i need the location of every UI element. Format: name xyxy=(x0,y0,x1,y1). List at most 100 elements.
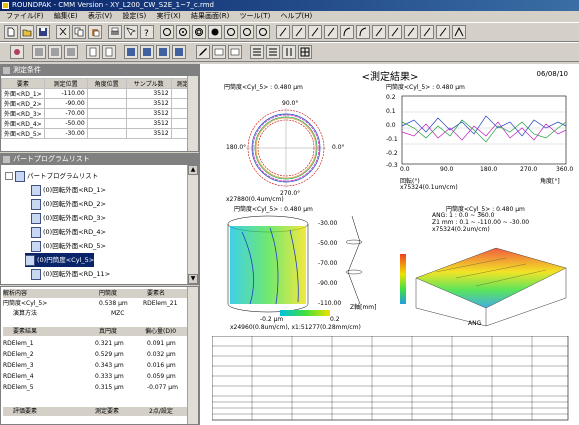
line-measure-9-button[interactable] xyxy=(404,25,418,39)
circle-measure-1-button[interactable] xyxy=(160,25,174,39)
table-row[interactable]: RDElem_5 0.315 μm -0.077 μm xyxy=(3,383,188,392)
tree-item-selected[interactable]: (0)円筒度<Cyl_5> xyxy=(25,253,95,267)
circle-measure-5-button[interactable] xyxy=(224,25,238,39)
tool-2-button[interactable] xyxy=(32,45,46,59)
tool-4-button[interactable] xyxy=(64,45,78,59)
column-header[interactable]: 角度位置 xyxy=(86,78,127,89)
line-measure-7-button[interactable] xyxy=(372,25,386,39)
tree-item[interactable]: (0)回転外面<RD_3> xyxy=(31,211,106,225)
tool-16-button[interactable] xyxy=(282,45,296,59)
line-measure-3-button[interactable] xyxy=(308,25,322,39)
conditions-scrollbar[interactable] xyxy=(187,76,198,151)
table-row[interactable]: RDElem_1 0.321 μm 0.091 μm xyxy=(3,339,188,348)
document-icon xyxy=(89,47,97,57)
table-row[interactable]: 外面<RD_1> -110.00 3512 xyxy=(1,88,195,99)
help-button[interactable] xyxy=(124,25,138,39)
tree-scrollbar[interactable]: ▲ ▼ xyxy=(187,165,198,284)
line-measure-11-button[interactable] xyxy=(436,25,450,39)
tool-8-button[interactable] xyxy=(140,45,154,59)
new-file-button[interactable] xyxy=(4,25,18,39)
tree-root[interactable]: パートプログラムリスト xyxy=(5,169,98,183)
line-measure-5-button[interactable] xyxy=(340,25,354,39)
paste-icon xyxy=(92,29,100,37)
tool-5-button[interactable] xyxy=(86,45,100,59)
table-header-row: 要素 測定位置 角度位置 サンプル数 測定 xyxy=(1,78,195,89)
menu-settings[interactable]: 設定(S) xyxy=(122,12,146,20)
new-file-icon xyxy=(7,27,15,37)
line-measure-2-button[interactable] xyxy=(292,25,306,39)
circle-icon xyxy=(227,28,235,36)
menu-result[interactable]: 結果画面(R) xyxy=(191,12,229,20)
circle-measure-6-button[interactable] xyxy=(240,25,254,39)
analysis-main-row[interactable]: 円筒度<Cyl_5> 0.538 μm RDElem_21 xyxy=(3,299,188,308)
save-button[interactable] xyxy=(36,25,50,39)
tool-17-button[interactable] xyxy=(298,45,312,59)
tree-item[interactable]: (0)回転外面<RD_2> xyxy=(31,197,106,211)
circle-measure-7-button[interactable] xyxy=(256,25,270,39)
column-header[interactable]: サンプル数 xyxy=(125,78,172,89)
tool-3-button[interactable] xyxy=(48,45,62,59)
line-measure-6-button[interactable] xyxy=(356,25,370,39)
menu-view[interactable]: 表示(V) xyxy=(88,12,112,20)
printer-icon xyxy=(111,27,119,35)
menu-tools[interactable]: ツール(T) xyxy=(240,12,271,20)
conditions-panel-header: 測定条件 xyxy=(1,65,198,76)
menu-run[interactable]: 実行(X) xyxy=(157,12,181,20)
tree-item[interactable]: (0)回転外面<RD_1> xyxy=(31,183,106,197)
tool-15-button[interactable] xyxy=(266,45,280,59)
window-icon xyxy=(143,48,151,56)
surface-plot xyxy=(400,247,567,327)
report-title: <測定結果> xyxy=(361,72,419,83)
menu-file[interactable]: ファイル(F) xyxy=(6,12,44,20)
scroll-down-arrow[interactable]: ▼ xyxy=(188,274,198,284)
tree-item[interactable]: (0)回転外面<RD_4> xyxy=(31,225,106,239)
tool-6-button[interactable] xyxy=(102,45,116,59)
copy-button[interactable] xyxy=(72,25,86,39)
circle-measure-3-button[interactable] xyxy=(192,25,206,39)
window-icon xyxy=(127,48,135,56)
column-header[interactable]: 測定位置 xyxy=(43,78,88,89)
print-button[interactable] xyxy=(108,25,122,39)
table-row[interactable]: RDElem_2 0.529 μm 0.032 μm xyxy=(3,350,188,359)
tree-item[interactable]: (0)回転外面<RD_5> xyxy=(31,239,106,253)
table-row[interactable]: RDElem_4 0.333 μm 0.059 μm xyxy=(3,372,188,381)
tool-14-button[interactable] xyxy=(250,45,264,59)
tool-13-button[interactable] xyxy=(228,45,242,59)
line-measure-12-button[interactable] xyxy=(452,25,466,39)
line-measure-1-button[interactable] xyxy=(276,25,290,39)
line-measure-10-button[interactable] xyxy=(420,25,434,39)
tool-7-button[interactable] xyxy=(124,45,138,59)
run-button[interactable] xyxy=(10,45,24,59)
context-help-button[interactable]: ? xyxy=(140,25,154,39)
analysis-scrollbar[interactable] xyxy=(187,287,198,424)
line-icon xyxy=(279,27,287,37)
line-measure-8-button[interactable] xyxy=(388,25,402,39)
paste-button[interactable] xyxy=(88,25,102,39)
tool-12-button[interactable] xyxy=(212,45,226,59)
tree-item[interactable]: (0)回転外面<RD_11> xyxy=(31,267,110,281)
collapse-icon[interactable] xyxy=(5,172,13,180)
table-row[interactable]: 外面<RD_4> -50.00 3512 xyxy=(1,118,195,129)
table-row[interactable]: 外面<RD_3> -70.00 3512 xyxy=(1,108,195,119)
menu-help[interactable]: ヘルプ(H) xyxy=(281,12,313,20)
program-tree-header: パートプログラムリスト xyxy=(1,154,198,165)
tool-10-button[interactable] xyxy=(172,45,186,59)
circle-measure-2-button[interactable] xyxy=(176,25,190,39)
tool-11-button[interactable] xyxy=(196,45,210,59)
cylindricity-icon xyxy=(25,254,35,266)
double-circle-icon xyxy=(195,28,203,36)
scroll-up-arrow[interactable]: ▲ xyxy=(188,165,198,175)
circle-measure-4-button[interactable] xyxy=(208,25,222,39)
report-view: <測定結果> 06/08/10 円筒度<Cyl_5> : 0.480 μm 90… xyxy=(199,64,579,425)
menu-edit[interactable]: 編集(E) xyxy=(54,12,78,20)
table-row[interactable]: 外面<RD_2> -90.00 3512 xyxy=(1,98,195,109)
table-row[interactable]: RDElem_3 0.343 μm 0.016 μm xyxy=(3,361,188,370)
open-file-button[interactable] xyxy=(20,25,34,39)
column-header[interactable]: 要素 xyxy=(1,78,45,89)
line-measure-4-button[interactable] xyxy=(324,25,338,39)
cylinder-icon xyxy=(31,226,41,238)
tool-9-button[interactable] xyxy=(156,45,170,59)
table-row[interactable]: 外面<RD_5> -30.00 3512 xyxy=(1,128,195,139)
circle-icon xyxy=(179,28,187,36)
cut-button[interactable] xyxy=(56,25,70,39)
